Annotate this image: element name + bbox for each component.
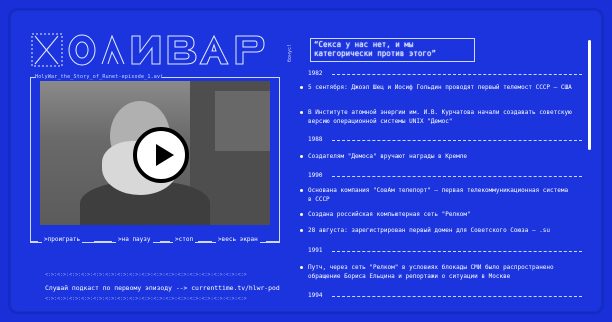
list-item: В Институте атомной энергии им. И.В. Кур… (300, 108, 575, 126)
logo-graphic (31, 33, 265, 67)
video-filename: HolyWar_the_Story_of_Runet-episode_1.avi (35, 74, 164, 80)
list-item: Основана компания "СовАм телепорт" – пер… (300, 186, 575, 204)
holywar-logo (30, 30, 280, 70)
list-item: Путч, через сеть "Релком" в условиях бло… (300, 263, 575, 281)
fullscreen-button[interactable]: >весь экран (216, 236, 260, 243)
year-1988: 1988 (308, 136, 323, 143)
bonus-quote: “Секса у нас нет, и мы категорически про… (314, 40, 436, 58)
bonus-label: бонус! (287, 43, 293, 62)
year-1991: 1991 (308, 247, 323, 254)
pause-button[interactable]: >на паузу (116, 236, 153, 243)
list-item: Создана российская компьютерная сеть "Ре… (300, 210, 575, 219)
year-1990: 1990 (308, 172, 323, 179)
list-item: 28 августа: зарегистрирован первый домен… (300, 226, 575, 235)
play-button[interactable]: >проиграть (42, 236, 83, 243)
play-icon[interactable] (133, 127, 189, 183)
list-item: Создателям "Демоса" вручают награды в Кр… (300, 152, 575, 161)
podcast-link[interactable]: Слушай подкаст по первому эпизоду --> cu… (45, 284, 280, 292)
year-1994: 1994 (308, 292, 323, 299)
player-controls: >проиграть >на паузу >стоп >весь экран (30, 236, 280, 248)
ascii-border-top: <:>:<:>:<:>:<:>:<:>:<:>:<:>:<:>:<:>:<:>:… (45, 272, 247, 278)
list-item: 5 сентября: Джоэл Шец и Иосиф Гольдин пр… (300, 83, 575, 92)
stop-button[interactable]: >стоп (173, 236, 196, 243)
year-1982: 1982 (308, 70, 323, 77)
ascii-border-bottom: <:>:<:>:<:>:<:>:<:>:<:>:<:>:<:>:<:>:<:>:… (45, 296, 247, 302)
scrollbar[interactable] (588, 40, 591, 150)
